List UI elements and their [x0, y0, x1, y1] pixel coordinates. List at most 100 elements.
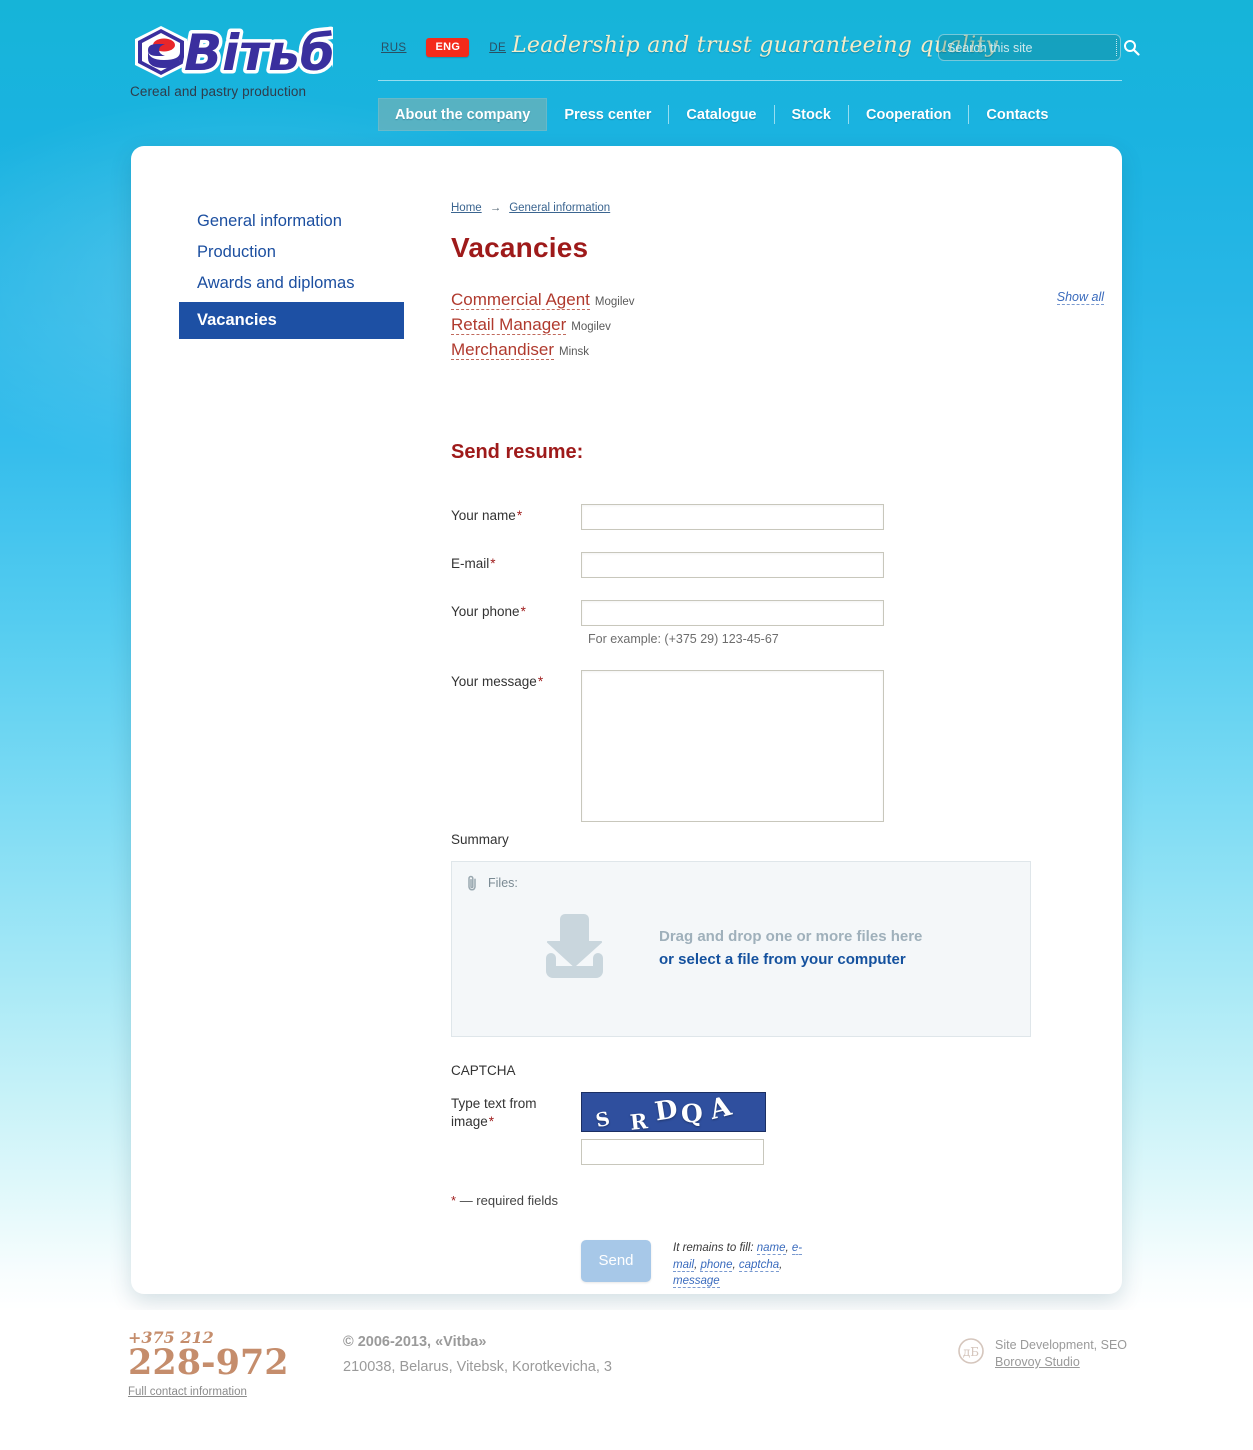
captcha-char-1: S	[593, 1107, 612, 1132]
site-header: Вiтьба Вiтьба Cereal and pastry producti…	[0, 0, 1253, 148]
search-button[interactable]	[1117, 35, 1146, 60]
show-all-link[interactable]: Show all	[1056, 290, 1104, 305]
form-row-name: Your name*	[451, 503, 1076, 530]
footer-copyright: © 2006-2013, «Vitba»	[343, 1334, 487, 1350]
form-row-phone: Your phone*	[451, 599, 1076, 626]
required-fields-note: * — required fields	[451, 1193, 1076, 1208]
file-dropzone[interactable]: Files: Drag and drop one or more files h…	[451, 860, 1031, 1037]
search-icon	[1124, 40, 1140, 56]
nav-item-cooperation[interactable]: Cooperation	[849, 98, 968, 131]
sidebar-menu: General information Production Awards an…	[179, 206, 404, 340]
label-text: Your message	[451, 673, 537, 689]
remains-token-name[interactable]: name	[756, 1241, 786, 1255]
footer-copyright-block: © 2006-2013, «Vitba» 210038, Belarus, Vi…	[343, 1334, 612, 1375]
captcha-input[interactable]	[581, 1138, 764, 1165]
svg-text:Вiтьба: Вiтьба	[184, 24, 333, 82]
required-asterisk: *	[516, 507, 523, 523]
send-button[interactable]: Send	[581, 1239, 651, 1282]
nav-item-stock[interactable]: Stock	[775, 98, 849, 131]
breadcrumb-home[interactable]: Home	[451, 202, 482, 214]
sidebar-item-general-information[interactable]: General information	[179, 206, 404, 237]
dropzone-files-label: Files:	[488, 876, 518, 891]
label-your-name: Your name*	[451, 504, 581, 525]
content-card: General information Production Awards an…	[131, 146, 1122, 1294]
name-input[interactable]	[581, 503, 884, 530]
label-text: E-mail	[451, 555, 490, 571]
nav-item-catalogue[interactable]: Catalogue	[669, 98, 773, 131]
main-navigation: About the company Press center Catalogue…	[378, 98, 1065, 131]
footer-full-contact-link[interactable]: Full contact information	[128, 1386, 247, 1398]
lang-rus[interactable]: RUS	[381, 42, 406, 54]
label-text: Your name	[451, 507, 516, 523]
nav-item-about-the-company[interactable]: About the company	[378, 98, 548, 131]
svg-text:дБ: дБ	[963, 1345, 979, 1359]
vacancy-city: Mogilev	[594, 296, 635, 308]
footer-dev-link[interactable]: Borovoy Studio	[995, 1355, 1127, 1369]
captcha-char-2: R	[628, 1108, 649, 1132]
footer-phone-number: 228-972	[128, 1342, 289, 1383]
label-text: Your phone	[451, 603, 520, 619]
download-icon	[546, 913, 603, 978]
captcha-image[interactable]: S R D Q A	[581, 1091, 766, 1132]
vacancy-item: Merchandiser Minsk	[451, 338, 1076, 363]
remains-token-captcha[interactable]: captcha	[738, 1258, 780, 1272]
required-asterisk: *	[490, 555, 496, 571]
lang-eng[interactable]: ENG	[426, 38, 470, 57]
form-row-email: E-mail*	[451, 551, 1076, 578]
phone-hint: For example: (+375 29) 123-45-67	[588, 631, 779, 646]
page-title: Vacancies	[451, 232, 589, 263]
captcha-char-5: A	[706, 1091, 735, 1127]
required-note-star: *	[451, 1192, 457, 1208]
vacancy-city: Mogilev	[571, 320, 611, 333]
remains-token-phone[interactable]: phone	[700, 1258, 733, 1272]
logo-mark-icon: Вiтьба Вiтьба	[135, 21, 333, 82]
remains-token-message[interactable]: message	[673, 1275, 720, 1289]
logo-tagline: Cereal and pastry production	[130, 84, 307, 99]
label-captcha: Type text from image*	[451, 1092, 581, 1130]
nav-item-press-center[interactable]: Press center	[547, 98, 668, 131]
footer-developer-texts: Site Development, SEO Borovoy Studio	[995, 1338, 1127, 1369]
vacancy-link-commercial-agent[interactable]: Commercial Agent	[451, 290, 590, 310]
dropzone-body: Drag and drop one or more files here or …	[452, 892, 1030, 988]
message-textarea[interactable]	[581, 669, 884, 822]
captcha-group: S R D Q A	[581, 1091, 766, 1165]
breadcrumb: Home → General information	[451, 202, 1076, 214]
required-asterisk: *	[537, 673, 544, 689]
vacancy-list: Commercial Agent Mogilev Retail Manager Mo…	[451, 288, 1104, 363]
required-note-text: — required fields	[459, 1192, 558, 1208]
site-footer: +375 212 228-972 Full contact informatio…	[0, 1310, 1253, 1450]
captcha-row: Type text from image* S R D Q A	[451, 1091, 1076, 1165]
search-input[interactable]	[939, 35, 1116, 60]
main-content: Home → General information Vacancies Comme…	[451, 202, 1104, 1290]
breadcrumb-current[interactable]: General information	[509, 202, 610, 214]
site-logo[interactable]: Вiтьба Вiтьба Cereal and pastry producti…	[128, 20, 368, 100]
email-input[interactable]	[581, 551, 884, 578]
lang-de[interactable]: DE	[489, 42, 506, 54]
footer-developer-block: дБ Site Development, SEO Borovoy Studio	[958, 1338, 1127, 1369]
captcha-char-3: D	[652, 1094, 680, 1128]
dropzone-header: Files:	[452, 862, 1030, 892]
nav-item-contacts[interactable]: Contacts	[969, 98, 1065, 131]
captcha-char-4: Q	[680, 1098, 704, 1129]
sidebar-item-vacancies[interactable]: Vacancies	[179, 302, 404, 340]
footer-dev-line-1: Site Development, SEO	[995, 1338, 1128, 1352]
send-row: Send It remains to fill: name, e-mail, p…	[451, 1239, 1076, 1290]
sidebar-item-production[interactable]: Production	[179, 237, 404, 268]
sidebar-item-awards-and-diplomas[interactable]: Awards and diplomas	[179, 268, 404, 299]
borovoy-logo-icon: дБ	[958, 1338, 984, 1364]
vacancy-link-merchandiser[interactable]: Merchandiser	[451, 339, 554, 360]
dropzone-select-file-link[interactable]: or select a file from your computer	[659, 951, 922, 968]
summary-label: Summary	[451, 831, 509, 847]
required-asterisk: *	[488, 1113, 495, 1129]
phone-input[interactable]	[581, 599, 884, 626]
form-row-message: Your message*	[451, 669, 1076, 822]
remains-to-fill: It remains to fill: name, e-mail, phone,…	[673, 1241, 803, 1289]
footer-address: 210038, Belarus, Vitebsk, Korotkevicha, …	[343, 1359, 612, 1375]
search-box[interactable]	[938, 34, 1140, 61]
label-your-message: Your message*	[451, 670, 581, 691]
vacancy-item: Commercial Agent Mogilev	[451, 288, 1076, 313]
header-divider	[378, 80, 1122, 81]
footer-phone-block: +375 212 228-972 Full contact informatio…	[128, 1328, 328, 1400]
vacancy-link-retail-manager[interactable]: Retail Manager	[451, 314, 567, 335]
remains-prefix: It remains to fill:	[673, 1241, 754, 1254]
